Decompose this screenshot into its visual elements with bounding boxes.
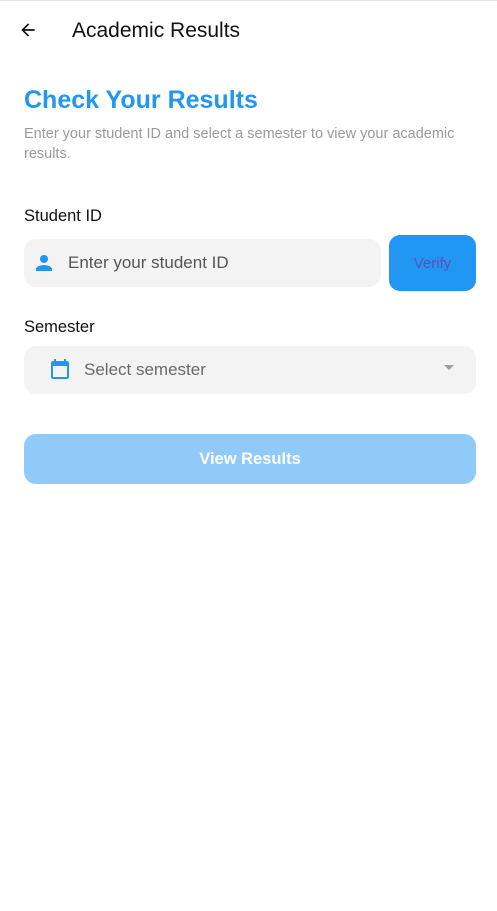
view-results-button[interactable]: View Results — [24, 434, 476, 484]
page-title: Academic Results — [72, 19, 241, 42]
app-bar: Academic Results — [0, 1, 497, 61]
arrow-left-icon — [21, 23, 35, 37]
caret-down-icon — [444, 365, 454, 370]
section-heading: Check Your Results — [24, 86, 258, 114]
screen: Academic Results Check Your Results Ente… — [0, 0, 497, 911]
section-subtitle: Enter your student ID and select a semes… — [24, 126, 455, 162]
back-button[interactable] — [12, 14, 44, 46]
semester-selected-value: Select semester — [84, 360, 206, 379]
student-id-input[interactable] — [68, 239, 368, 287]
student-id-label: Student ID — [24, 207, 102, 225]
student-id-field[interactable] — [24, 239, 381, 287]
semester-label: Semester — [24, 318, 95, 336]
semester-dropdown[interactable]: Select semester — [24, 346, 476, 394]
person-icon — [36, 255, 52, 271]
calendar-icon — [51, 359, 69, 379]
verify-button[interactable]: Verify — [389, 235, 476, 291]
